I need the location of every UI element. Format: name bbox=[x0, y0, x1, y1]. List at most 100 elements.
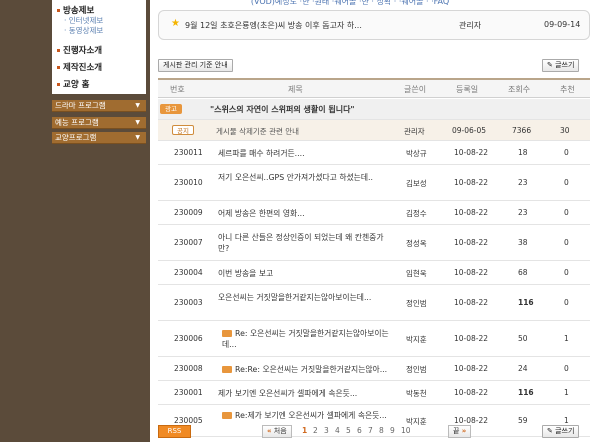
category-label: 드라마 프로그램 bbox=[55, 101, 106, 110]
bullet-icon bbox=[57, 49, 60, 52]
table-row[interactable]: 230007 아니 다른 산들은 정상인증이 되었는데 왜 칸첸중가만? 정성옥 10… bbox=[158, 225, 590, 261]
row-title[interactable]: Re:Re: 오은선씨는 거짓말을한거같지는않아... bbox=[222, 364, 392, 375]
row-no: 230008 bbox=[174, 364, 203, 373]
table-row[interactable]: 230004 이번 방송을 보고 임현욱 10-08-22 68 0 bbox=[158, 261, 590, 285]
row-views: 23 bbox=[518, 178, 528, 187]
table-row[interactable]: 230005 Re:제가 보기엔 오은선씨가 셀파에게 속은듯... 박지훈 10-0… bbox=[158, 405, 590, 437]
table-header: 번호 제목 글쓴이 등록일 조회수 추천 bbox=[158, 78, 590, 98]
notice-row-title[interactable]: 게시물 삭제기준 관련 안내 bbox=[216, 126, 299, 137]
row-date: 10-08-22 bbox=[454, 208, 489, 217]
pager-last-button[interactable]: 끝 » bbox=[448, 425, 472, 438]
page-number[interactable]: 2 bbox=[313, 426, 318, 435]
page-number[interactable]: 1 bbox=[302, 426, 307, 435]
left-menu-item[interactable]: 진행자소개 bbox=[57, 44, 102, 56]
col-no: 번호 bbox=[170, 85, 185, 94]
row-date: 10-08-22 bbox=[454, 268, 489, 277]
page-number[interactable]: 3 bbox=[324, 426, 329, 435]
row-date: 10-08-22 bbox=[454, 298, 489, 307]
notice-row-date: 09-06-05 bbox=[452, 126, 487, 135]
row-author: 정성옥 bbox=[406, 239, 427, 248]
category-label: 교양프로그램 bbox=[55, 133, 97, 142]
page-number[interactable]: 6 bbox=[357, 426, 362, 435]
pager-first-button[interactable]: « 처음 bbox=[262, 425, 292, 438]
bullet-icon bbox=[57, 66, 60, 69]
category-menu[interactable]: 드라마 프로그램 ▼ bbox=[52, 100, 146, 112]
left-menu-label: 제작진소개 bbox=[63, 63, 103, 73]
page-number[interactable]: 8 bbox=[379, 426, 384, 435]
row-author: 박동천 bbox=[406, 389, 427, 398]
page-number[interactable]: 7 bbox=[368, 426, 373, 435]
left-menu-item[interactable]: 교양 홈 bbox=[57, 78, 89, 90]
write-label: 글쓰기 bbox=[555, 61, 575, 69]
row-date: 10-08-22 bbox=[454, 238, 489, 247]
row-title[interactable]: 세르파를 매수 하려거든.... bbox=[218, 148, 390, 159]
page-number[interactable]: 4 bbox=[335, 426, 340, 435]
col-date: 등록일 bbox=[456, 85, 479, 94]
left-sidebar: 방송제보 · 인터넷제보 · 동영상제보 진행자소개 제작진소개 교양 홈 드라마 프로그램… bbox=[0, 0, 150, 442]
row-author: 박지훈 bbox=[406, 335, 427, 344]
row-title[interactable]: 저기 오은선씨..GPS 안가져가셨다고 하셨는데.. bbox=[218, 172, 390, 183]
row-title[interactable]: 아니 다른 산들은 정상인증이 되었는데 왜 칸첸중가만? bbox=[218, 232, 390, 254]
top-link-bar[interactable]: (VOD)예정도 ·한 ·원래 ·웨어볼 ·한 · 정확 · ·웨어볼 · ·F… bbox=[175, 0, 525, 6]
col-title: 제목 bbox=[288, 85, 303, 94]
category-menu[interactable]: 교양프로그램 ▼ bbox=[52, 132, 146, 144]
row-title-text: Re:Re: 오은선씨는 거짓말을한거같지는않아... bbox=[235, 365, 388, 374]
row-title[interactable]: 어제 방송은 한편의 영화... bbox=[218, 208, 390, 219]
table-row[interactable]: 230009 어제 방송은 한편의 영화... 김정수 10-08-22 23 0 bbox=[158, 201, 590, 225]
page: 방송제보 · 인터넷제보 · 동영상제보 진행자소개 제작진소개 교양 홈 드라마 프로그램… bbox=[0, 0, 600, 442]
row-title[interactable]: Re: 오은선씨는 거짓말을한거같지는않아보이는데... bbox=[222, 328, 392, 350]
table-row[interactable]: 230006 Re: 오은선씨는 거짓말을한거같지는않아보이는데... 박지훈 10-… bbox=[158, 321, 590, 357]
row-views: 59 bbox=[518, 416, 528, 425]
row-views: 24 bbox=[518, 364, 528, 373]
row-title[interactable]: 오은선씨는 거짓말을한거같지는않아보이는데... bbox=[218, 292, 390, 303]
table-row[interactable]: 230003 오은선씨는 거짓말을한거같지는않아보이는데... 정인범 10-08-2… bbox=[158, 285, 590, 321]
reply-icon bbox=[222, 329, 232, 337]
write-label: 글쓰기 bbox=[555, 427, 575, 435]
row-rec: 0 bbox=[564, 178, 569, 187]
row-date: 10-08-22 bbox=[454, 148, 489, 157]
row-title-text: Re:제가 보기엔 오은선씨가 셀파에게 속은듯... bbox=[235, 411, 387, 420]
write-button-bottom[interactable]: ✎ 글쓰기 bbox=[542, 425, 580, 438]
row-title[interactable]: 이번 방송을 보고 bbox=[218, 268, 390, 279]
row-title[interactable]: 제가 보기엔 오은선씨가 셀파에게 속은듯... bbox=[218, 388, 390, 399]
row-views: 23 bbox=[518, 208, 528, 217]
ad-badge: 광고 bbox=[160, 104, 182, 114]
category-label: 예능 프로그램 bbox=[55, 118, 99, 127]
row-author: 박상규 bbox=[406, 149, 427, 158]
row-no: 230006 bbox=[174, 334, 203, 343]
notice-badge: 공지 bbox=[172, 125, 194, 135]
row-title[interactable]: Re:제가 보기엔 오은선씨가 셀파에게 속은듯... bbox=[222, 410, 392, 421]
rss-button[interactable]: RSS bbox=[158, 425, 191, 438]
row-rec: 1 bbox=[564, 334, 569, 343]
ad-row[interactable]: 광고 "스위스의 자연이 스위퍼의 생활이 됩니다" bbox=[158, 99, 590, 120]
row-no: 230010 bbox=[174, 178, 203, 187]
row-rec: 0 bbox=[564, 364, 569, 373]
row-no: 230011 bbox=[174, 148, 203, 157]
table-row[interactable]: 230008 Re:Re: 오은선씨는 거짓말을한거같지는않아... 정인범 10-0… bbox=[158, 357, 590, 381]
notice-banner[interactable]: ★ 9월 12일 초호은룡엥(초은)씨 방송 이후 돕고자 하... 관리자 0… bbox=[158, 10, 590, 40]
write-button-top[interactable]: ✎ 글쓰기 bbox=[542, 59, 580, 72]
ad-title[interactable]: "스위스의 자연이 스위퍼의 생활이 됩니다" bbox=[210, 104, 355, 115]
reply-icon bbox=[222, 365, 232, 373]
left-menu-item[interactable]: 제작진소개 bbox=[57, 61, 102, 73]
page-number[interactable]: 5 bbox=[346, 426, 351, 435]
table-row[interactable]: 230001 제가 보기엔 오은선씨가 셀파에게 속은듯... 박동천 10-08-2… bbox=[158, 381, 590, 405]
main-content: (VOD)예정도 ·한 ·원래 ·웨어볼 ·한 · 정확 · ·웨어볼 · ·F… bbox=[150, 0, 600, 442]
row-title-text: 오은선씨는 거짓말을한거같지는않아보이는데... bbox=[218, 293, 372, 302]
notice-text[interactable]: 9월 12일 초호은룡엥(초은)씨 방송 이후 돕고자 하... bbox=[185, 20, 362, 31]
board-guide-button[interactable]: 게시판 관리 기준 안내 bbox=[158, 59, 233, 72]
table-row[interactable]: 230011 세르파를 매수 하려거든.... 박상규 10-08-22 18 0 bbox=[158, 141, 590, 165]
left-menu-label: 교양 홈 bbox=[63, 80, 90, 90]
double-chevron-right-icon: » bbox=[461, 427, 467, 435]
page-number[interactable]: 9 bbox=[390, 426, 395, 435]
left-menu-item[interactable]: · 동영상제보 bbox=[64, 25, 103, 36]
category-menu[interactable]: 예능 프로그램 ▼ bbox=[52, 117, 146, 129]
double-chevron-left-icon: « bbox=[267, 427, 272, 435]
row-no: 230007 bbox=[174, 238, 203, 247]
pencil-icon: ✎ bbox=[547, 427, 553, 435]
notice-date: 09-09-14 bbox=[544, 20, 581, 29]
page-number[interactable]: 10 bbox=[401, 426, 411, 435]
table-row[interactable]: 230010 저기 오은선씨..GPS 안가져가셨다고 하셨는데.. 김보성 10-0… bbox=[158, 165, 590, 201]
notice-row[interactable]: 공지 게시물 삭제기준 관련 안내 관리자 09-06-05 7366 30 bbox=[158, 120, 590, 141]
reply-icon bbox=[222, 411, 232, 419]
